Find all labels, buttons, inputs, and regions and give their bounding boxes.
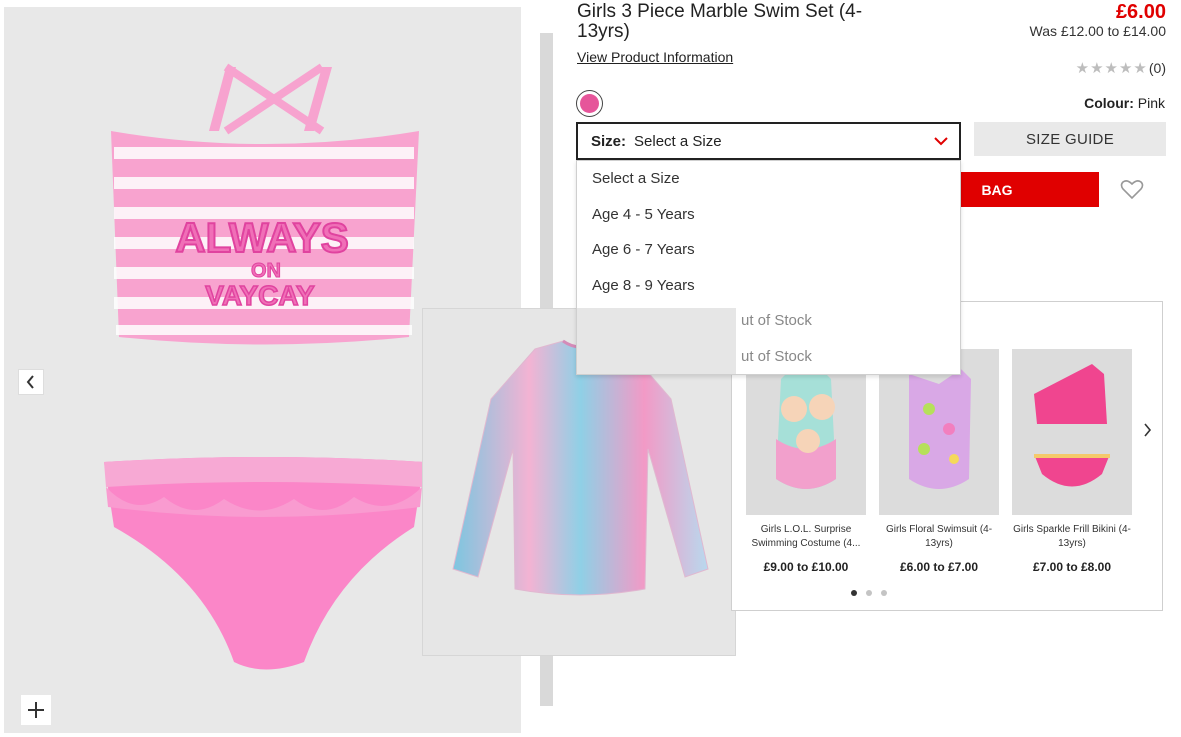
size-select[interactable]: Size: Select a Size bbox=[576, 122, 961, 160]
colour-label: Colour: Pink bbox=[1084, 95, 1165, 111]
reco-name[interactable]: Girls Floral Swimsuit (4-13yrs) bbox=[879, 523, 999, 551]
view-product-info-link[interactable]: View Product Information bbox=[577, 49, 733, 65]
rating[interactable]: ★★★★★ (0) bbox=[1076, 59, 1166, 77]
reco-image[interactable] bbox=[1012, 349, 1132, 515]
carousel-dot[interactable] bbox=[881, 590, 887, 596]
size-option[interactable]: Select a Size bbox=[577, 161, 960, 197]
colour-value: Pink bbox=[1137, 95, 1165, 111]
reco-name[interactable]: Girls Sparkle Frill Bikini (4-13yrs) bbox=[1012, 523, 1132, 551]
size-option[interactable]: Age 8 - 9 Years bbox=[577, 268, 960, 304]
gallery-zoom-button[interactable] bbox=[21, 695, 51, 725]
reco-card[interactable]: Girls L.O.L. Surprise Swimming Costume (… bbox=[746, 349, 866, 574]
size-option[interactable]: Age 4 - 5 Years bbox=[577, 197, 960, 233]
plus-icon bbox=[28, 702, 44, 718]
reco-card[interactable]: Girls Floral Swimsuit (4-13yrs) £6.00 to… bbox=[879, 349, 999, 574]
star-rating-icon: ★★★★★ bbox=[1075, 60, 1148, 77]
rating-count: (0) bbox=[1148, 60, 1166, 76]
gallery-prev-button[interactable] bbox=[18, 369, 44, 395]
rashvest-overlap bbox=[577, 301, 736, 374]
reco-price: £6.00 to £7.00 bbox=[899, 560, 979, 574]
reco-price: £7.00 to £8.00 bbox=[1032, 560, 1112, 574]
swatch-fill bbox=[580, 94, 599, 113]
colour-swatch-pink[interactable] bbox=[576, 90, 603, 117]
colour-label-title: Colour: bbox=[1084, 95, 1134, 111]
rashvest-overlap-fill bbox=[577, 308, 736, 374]
carousel-dot[interactable] bbox=[851, 590, 857, 596]
size-option[interactable]: Age 6 - 7 Years bbox=[577, 232, 960, 268]
reco-card[interactable]: Girls Sparkle Frill Bikini (4-13yrs) £7.… bbox=[1012, 349, 1132, 574]
carousel-dot[interactable] bbox=[866, 590, 872, 596]
was-price: Was £12.00 to £14.00 bbox=[1029, 23, 1166, 39]
product-price: £6.00 bbox=[1115, 1, 1166, 23]
reco-image-graphic bbox=[1034, 364, 1110, 487]
top-print-line3: VAYCAY bbox=[205, 280, 315, 311]
size-select-label: Size: bbox=[591, 132, 627, 150]
size-select-value: Select a Size bbox=[634, 132, 722, 150]
reco-price: £9.00 to £10.00 bbox=[763, 560, 849, 574]
reco-next-button[interactable] bbox=[1137, 420, 1157, 440]
product-page: ALWAYS ON VAYCAY Girls 3 Piece Marble Sw… bbox=[0, 0, 1181, 737]
reco-name[interactable]: Girls L.O.L. Surprise Swimming Costume (… bbox=[746, 523, 866, 551]
product-title: Girls 3 Piece Marble Swim Set (4-13yrs) bbox=[577, 1, 863, 42]
chevron-down-icon bbox=[934, 137, 948, 146]
chevron-left-icon bbox=[26, 375, 34, 389]
wishlist-heart-icon[interactable] bbox=[1120, 178, 1144, 200]
carousel-dots bbox=[851, 590, 887, 596]
top-print-line1: ALWAYS bbox=[175, 214, 349, 261]
chevron-right-icon bbox=[1144, 423, 1152, 437]
top-print-line2: ON bbox=[251, 260, 281, 282]
size-guide-button[interactable]: SIZE GUIDE bbox=[974, 122, 1166, 156]
